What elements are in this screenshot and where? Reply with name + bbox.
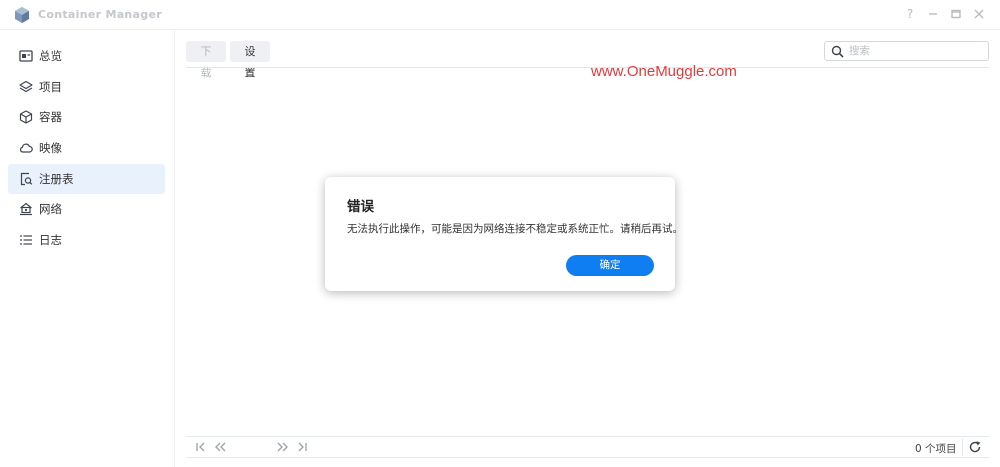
- settings-button[interactable]: 设置: [230, 41, 270, 79]
- cube-icon: [19, 110, 33, 124]
- sidebar-item-label: 容器: [39, 110, 62, 124]
- refresh-icon[interactable]: [968, 440, 982, 454]
- sidebar-item-images[interactable]: 映像: [8, 133, 165, 163]
- error-dialog: 错误 无法执行此操作，可能是因为网络连接不稳定或系统正忙。请稍后再试。 确定: [325, 177, 683, 291]
- window-title: Container Manager: [38, 8, 162, 21]
- item-count: 0 个项目: [915, 443, 957, 455]
- minimize-icon[interactable]: [926, 7, 940, 21]
- watermark-text: www.OneMuggle.com: [591, 63, 737, 80]
- first-page-icon[interactable]: [194, 440, 208, 454]
- maximize-icon[interactable]: [949, 7, 963, 21]
- ok-button[interactable]: 确定: [566, 255, 654, 276]
- search-box[interactable]: [824, 41, 989, 61]
- title-bar: Container Manager ?: [0, 0, 1000, 30]
- sidebar-item-registry[interactable]: 注册表: [8, 164, 165, 194]
- next-page-icon[interactable]: [276, 440, 290, 454]
- sidebar-item-projects[interactable]: 项目: [8, 72, 165, 102]
- previous-page-icon[interactable]: [213, 440, 227, 454]
- sidebar-item-label: 项目: [39, 80, 62, 94]
- download-button[interactable]: 下载: [186, 41, 226, 79]
- sidebar-item-containers[interactable]: 容器: [8, 102, 165, 132]
- footer-divider: [962, 439, 963, 456]
- network-icon: [20, 202, 32, 216]
- help-icon[interactable]: ?: [903, 7, 917, 21]
- overview-icon: [19, 50, 33, 62]
- list-icon: [20, 235, 32, 245]
- sidebar: 总览 项目 容器 映像 注册表 网络 日志: [0, 31, 175, 467]
- dialog-title: 错误: [347, 199, 374, 215]
- sidebar-item-label: 注册表: [39, 172, 74, 186]
- sidebar-item-label: 网络: [39, 202, 62, 216]
- close-icon[interactable]: [972, 7, 986, 21]
- sidebar-item-logs[interactable]: 日志: [8, 225, 165, 255]
- search-input[interactable]: [849, 43, 985, 59]
- toolbar-divider: [186, 67, 989, 68]
- sidebar-item-label: 总览: [39, 49, 62, 63]
- sidebar-item-network[interactable]: 网络: [8, 194, 165, 224]
- sidebar-item-label: 日志: [39, 233, 62, 247]
- cloud-icon: [19, 143, 33, 153]
- pagination-footer: 0 个项目: [186, 436, 989, 458]
- container-manager-logo-icon: [15, 7, 29, 23]
- search-icon: [831, 45, 844, 58]
- sidebar-item-label: 映像: [39, 141, 62, 155]
- last-page-icon[interactable]: [295, 440, 309, 454]
- registry-search-icon: [20, 172, 33, 186]
- layers-icon: [19, 80, 33, 93]
- dialog-message: 无法执行此操作，可能是因为网络连接不稳定或系统正忙。请稍后再试。: [347, 223, 683, 235]
- sidebar-item-overview[interactable]: 总览: [8, 41, 165, 71]
